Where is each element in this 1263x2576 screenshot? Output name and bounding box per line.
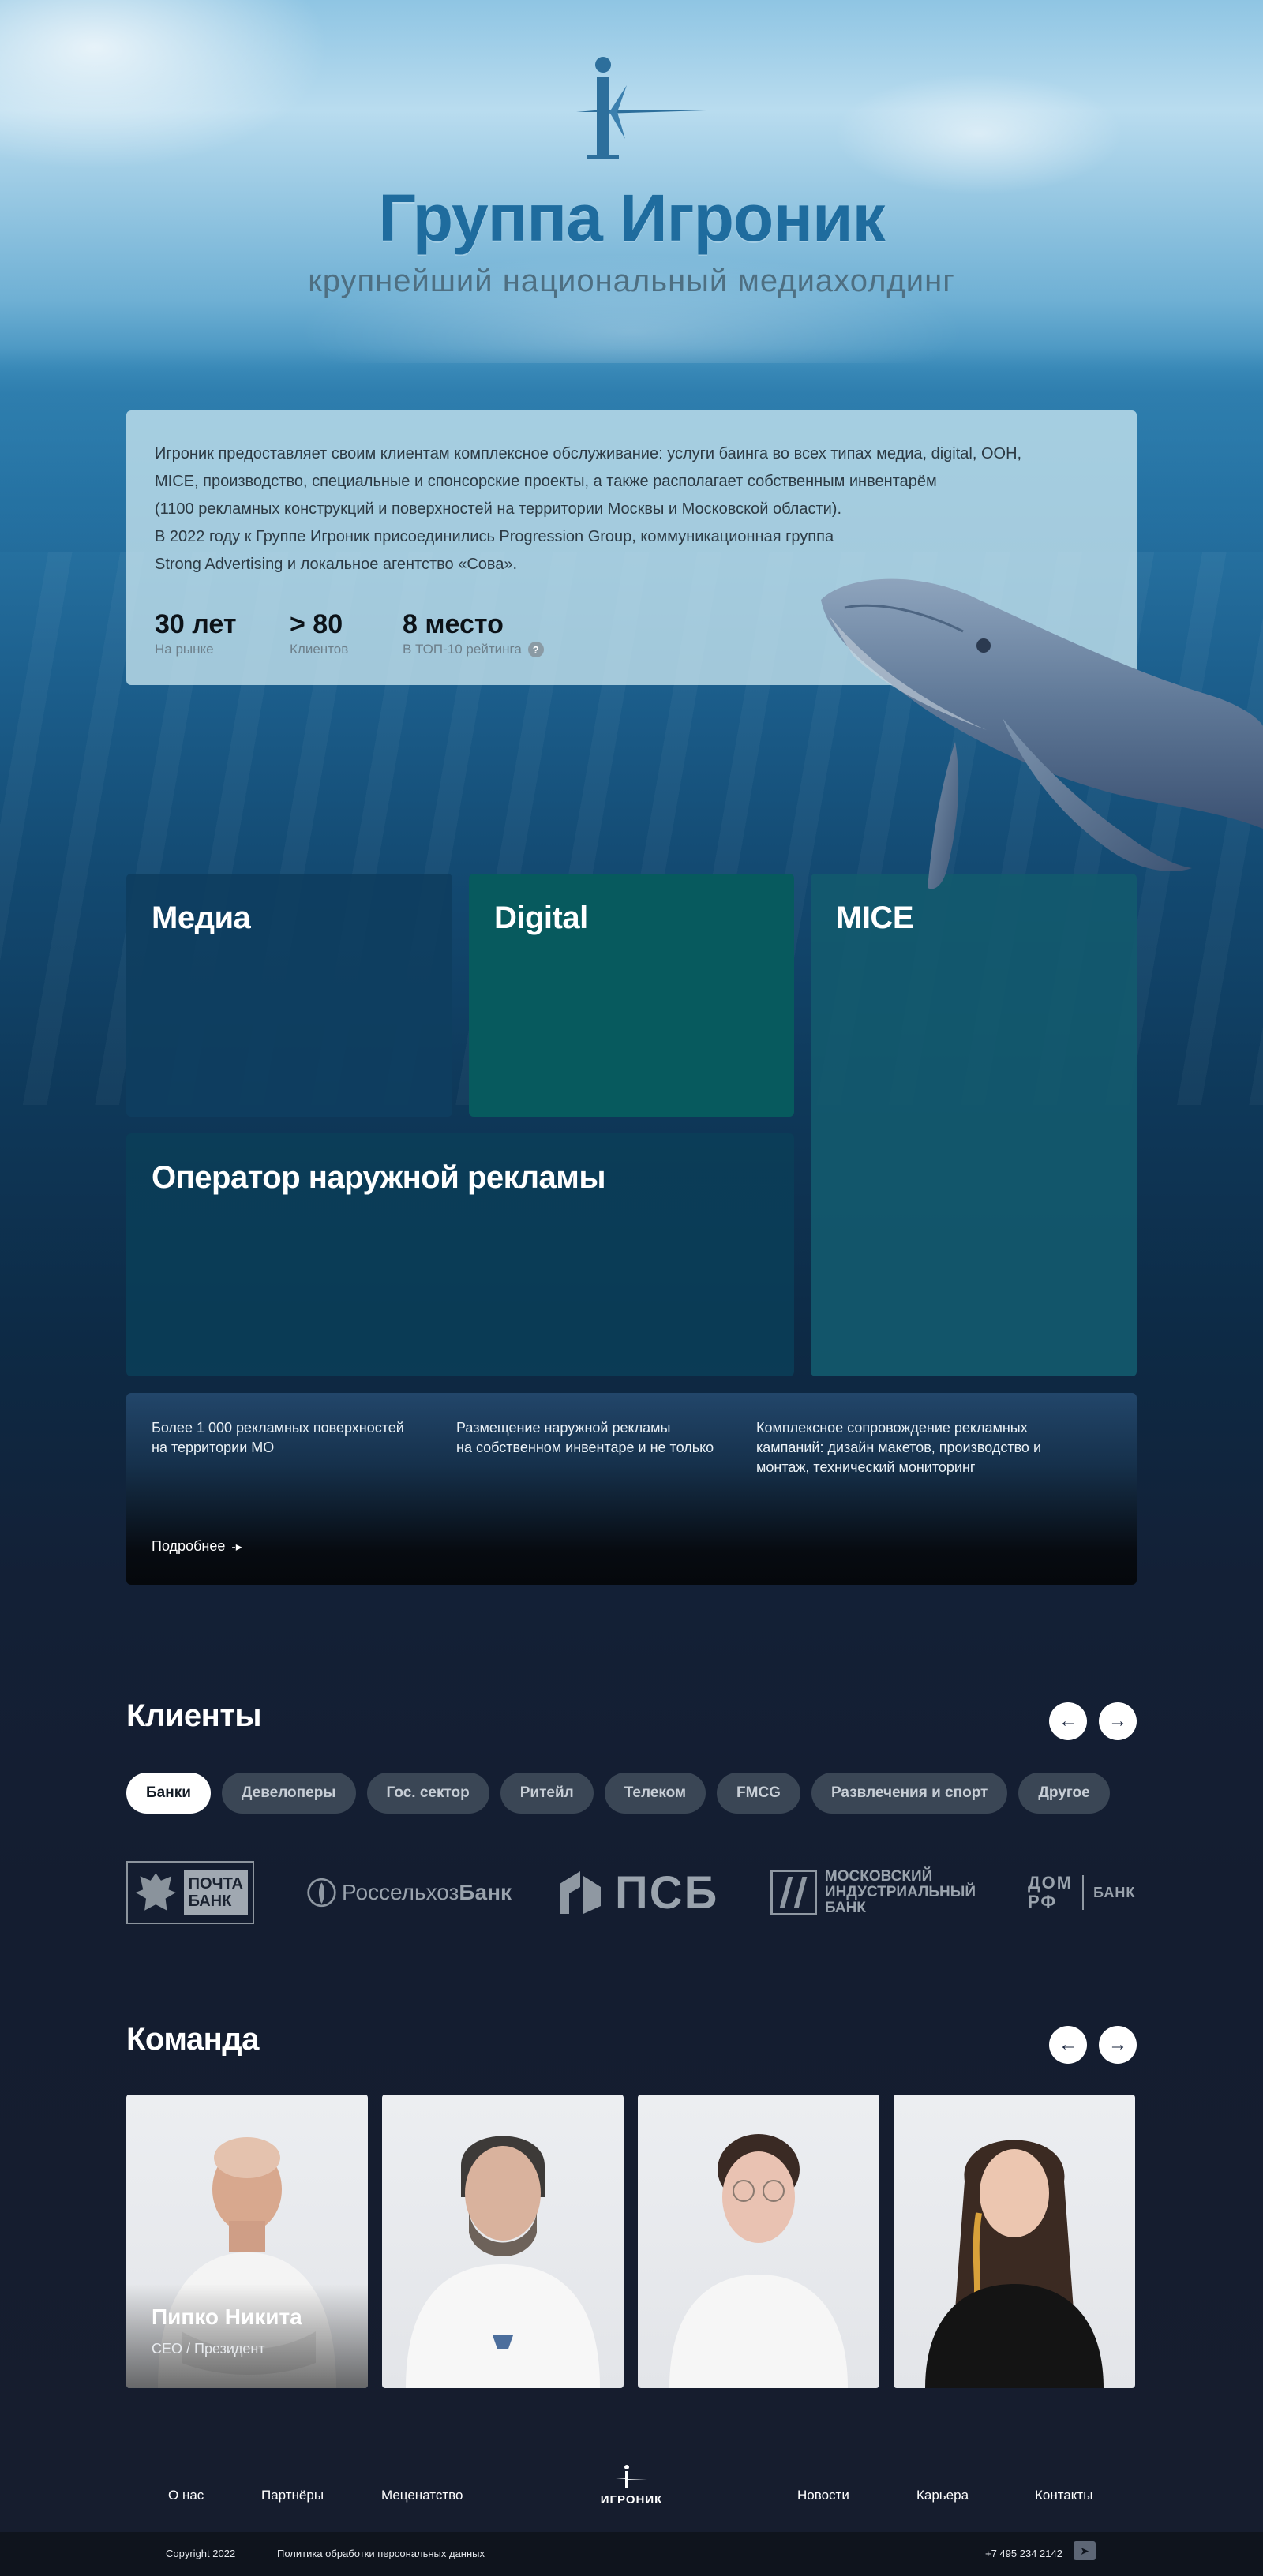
logo-moscow-industrial-bank[interactable]: МОСКОВСКИЙ ИНДУСТРИАЛЬНЫЙ БАНК (770, 1861, 976, 1924)
logo-psb[interactable]: ПСБ (557, 1861, 722, 1924)
footer-link-patronage[interactable]: Меценатство (381, 2488, 463, 2503)
about-line: MICE, производство, специальные и спонсо… (155, 473, 937, 490)
igronik-logo-icon (616, 2465, 647, 2488)
footer-link-career[interactable]: Карьера (916, 2488, 969, 2503)
logo-domrf-bank[interactable]: ДОМ РФ БАНК (1028, 1861, 1137, 1924)
filter-chip-retail[interactable]: Ритейл (500, 1773, 594, 1814)
team-prev-button[interactable]: ← (1049, 2026, 1087, 2064)
more-link-label: Подробнее (152, 1538, 226, 1554)
filter-chip-entertainment[interactable]: Развлечения и спорт (811, 1773, 1008, 1814)
client-filter-chips: Банки Девелоперы Гос. сектор Ритейл Теле… (126, 1773, 1110, 1814)
footer-link-news[interactable]: Новости (797, 2488, 849, 2503)
service-tile-mice[interactable]: MICE (811, 874, 1137, 1376)
stat-value: 8 место (403, 609, 504, 639)
member-role: CEO / Президент (152, 2341, 265, 2357)
arrow-right-icon: → (1108, 2034, 1127, 2055)
clients-next-button[interactable]: → (1099, 1702, 1137, 1740)
client-logos-row: ПОЧТА БАНК РоссельхозБанк ПСБ МОСКОВСКИЙ И… (126, 1861, 1137, 1924)
service-tile-media[interactable]: Медиа (126, 874, 452, 1117)
arrow-left-icon: ← (1059, 1710, 1077, 1732)
footer-bottom-bar: Copyright 2022 Политика обработки персон… (0, 2532, 1263, 2576)
rshb-emblem-icon (307, 1878, 336, 1908)
footer-link-partners[interactable]: Партнёры (261, 2488, 324, 2503)
tile-title: Медиа (152, 900, 251, 935)
filter-chip-fmcg[interactable]: FMCG (717, 1773, 800, 1814)
copyright-text: Copyright 2022 (166, 2548, 236, 2559)
psb-emblem-icon (560, 1871, 601, 1914)
logo-pochta-bank[interactable]: ПОЧТА БАНК (126, 1861, 254, 1924)
footer-logo[interactable]: ИГРОНИК (590, 2464, 673, 2511)
filter-chip-other[interactable]: Другое (1018, 1773, 1110, 1814)
about-line: Игроник предоставляет своим клиентам ком… (155, 445, 1022, 462)
member-photo (669, 2134, 848, 2388)
stat-value: > 80 (290, 609, 343, 639)
tile-title: Оператор наружной рекламы (152, 1160, 606, 1195)
stat-rating: 8 место В ТОП-10 рейтинга ? (403, 609, 544, 657)
filter-chip-gov[interactable]: Гос. сектор (366, 1773, 489, 1814)
member-photo (406, 2136, 600, 2388)
telegram-icon[interactable]: ➤ (1074, 2541, 1096, 2560)
stat-value: 30 лет (155, 609, 237, 639)
stat-label: Клиентов (290, 642, 349, 657)
brand-subtitle: крупнейший национальный медиахолдинг (308, 264, 955, 298)
footer-link-contacts[interactable]: Контакты (1035, 2488, 1092, 2503)
filter-chip-developers[interactable]: Девелоперы (221, 1773, 356, 1814)
about-text: Игроник предоставляет своим клиентам ком… (155, 440, 1102, 578)
clients-prev-button[interactable]: ← (1049, 1702, 1087, 1740)
detail-column: Более 1 000 рекламных поверхностей на те… (152, 1420, 404, 1455)
help-icon[interactable]: ? (527, 642, 544, 657)
clients-title: Клиенты (126, 1698, 262, 1733)
whale-illustration (821, 578, 1263, 889)
stat-label: В ТОП-10 рейтинга ? (403, 642, 544, 657)
phone-link[interactable]: +7 495 234 2142 (985, 2548, 1062, 2559)
brand-title: Группа Игроник (378, 181, 885, 255)
member-name: Пипко Никита (152, 2305, 302, 2329)
stat-years: 30 лет На рынке (155, 609, 237, 657)
arrow-right-icon: -▸ (231, 1540, 242, 1554)
outdoor-details-panel: Более 1 000 рекламных поверхностей на те… (126, 1393, 1137, 1585)
service-tile-digital[interactable]: Digital (469, 874, 794, 1117)
team-next-button[interactable]: → (1099, 2026, 1137, 2064)
arrow-left-icon: ← (1059, 2034, 1077, 2055)
filter-chip-telecom[interactable]: Телеком (604, 1773, 706, 1814)
igronik-logo-icon[interactable] (568, 54, 710, 164)
service-tile-outdoor[interactable]: Оператор наружной рекламы (126, 1133, 794, 1376)
team-member-card[interactable]: Пипко Никита CEO / Президент (126, 2095, 368, 2388)
detail-column: Размещение наружной рекламы на собственн… (456, 1420, 714, 1455)
team-member-card[interactable] (638, 2095, 879, 2388)
about-line: (1100 рекламных конструкций и поверхност… (155, 500, 842, 518)
logo-rosselkhozbank[interactable]: РоссельхозБанк (306, 1861, 512, 1924)
team-member-card[interactable] (894, 2095, 1135, 2388)
footer-link-about[interactable]: О нас (168, 2488, 204, 2503)
team-title: Команда (126, 2022, 259, 2057)
stat-label: На рынке (155, 642, 214, 657)
team-member-card[interactable] (382, 2095, 624, 2388)
divider (1082, 1875, 1085, 1910)
arrow-right-icon: → (1108, 1710, 1127, 1732)
tile-title: Digital (494, 900, 588, 935)
about-line: В 2022 году к Группе Игроник присоединил… (155, 528, 834, 545)
privacy-policy-link[interactable]: Политика обработки персональных данных (277, 2548, 485, 2559)
filter-chip-banks[interactable]: Банки (126, 1773, 211, 1814)
eagle-icon (135, 1873, 176, 1911)
stat-clients: > 80 Клиентов (290, 609, 348, 657)
detail-column: Комплексное сопровождение рекламных камп… (756, 1420, 1042, 1475)
member-photo (925, 2140, 1104, 2388)
more-link[interactable]: Подробнее -▸ (152, 1538, 242, 1555)
mib-emblem-icon (770, 1870, 817, 1915)
